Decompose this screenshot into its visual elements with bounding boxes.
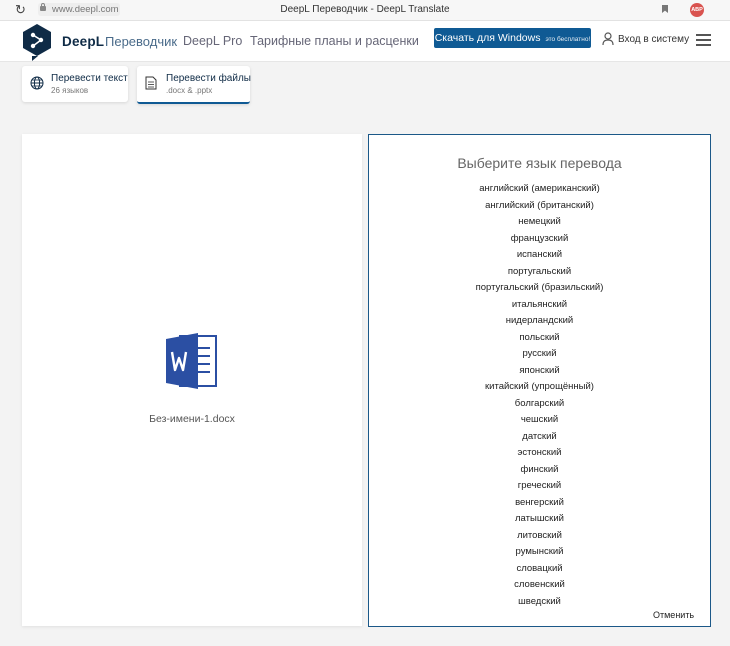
- source-document-panel: Без-имени-1.docx: [22, 134, 362, 626]
- language-option[interactable]: португальский: [369, 264, 710, 281]
- browser-tab-title: DeepL Переводчик - DeepL Translate: [280, 4, 450, 15]
- language-option[interactable]: французский: [369, 231, 710, 248]
- language-option[interactable]: словацкий: [369, 561, 710, 578]
- language-option[interactable]: шведский: [369, 594, 710, 611]
- language-option[interactable]: португальский (бразильский): [369, 280, 710, 297]
- language-option[interactable]: польский: [369, 330, 710, 347]
- download-button-free-label: это бесплатно!: [545, 36, 591, 43]
- language-option[interactable]: болгарский: [369, 396, 710, 413]
- download-windows-button[interactable]: Скачать для Windows это бесплатно!: [434, 28, 591, 48]
- language-option[interactable]: финский: [369, 462, 710, 479]
- tab-translate-text[interactable]: Перевести текст 26 языков: [22, 66, 128, 102]
- site-header: DeepL Переводчик DeepL Pro Тарифные план…: [0, 21, 730, 62]
- nav-translator[interactable]: Переводчик: [105, 34, 177, 49]
- user-icon[interactable]: [602, 32, 614, 46]
- target-language-panel: Выберите язык перевода английский (амери…: [368, 134, 711, 627]
- language-option[interactable]: латышский: [369, 511, 710, 528]
- download-button-label: Скачать для Windows: [434, 32, 541, 44]
- nav-pricing[interactable]: Тарифные планы и расценки: [250, 34, 419, 48]
- globe-icon: [30, 76, 44, 90]
- language-option[interactable]: литовский: [369, 528, 710, 545]
- language-option[interactable]: румынский: [369, 544, 710, 561]
- nav-deepl-pro[interactable]: DeepL Pro: [183, 34, 242, 48]
- language-option[interactable]: немецкий: [369, 214, 710, 231]
- language-option[interactable]: китайский (упрощённый): [369, 379, 710, 396]
- tab-translate-text-label: Перевести текст: [51, 73, 128, 84]
- tab-translate-files-label: Перевести файлы: [166, 73, 251, 84]
- language-list: английский (американский) английский (бри…: [369, 181, 710, 610]
- language-option[interactable]: английский (американский): [369, 181, 710, 198]
- language-option[interactable]: эстонский: [369, 445, 710, 462]
- browser-toolbar: ↻ www.deepl.com DeepL Переводчик - DeepL…: [0, 0, 730, 21]
- language-option[interactable]: греческий: [369, 478, 710, 495]
- login-link[interactable]: Вход в систему: [618, 34, 689, 45]
- language-option[interactable]: испанский: [369, 247, 710, 264]
- hamburger-menu-icon[interactable]: [696, 34, 711, 46]
- language-option[interactable]: чешский: [369, 412, 710, 429]
- language-option[interactable]: датский: [369, 429, 710, 446]
- language-option[interactable]: итальянский: [369, 297, 710, 314]
- deepl-logo-icon[interactable]: [22, 23, 52, 61]
- cancel-button[interactable]: Отменить: [653, 610, 694, 620]
- language-picker-title: Выберите язык перевода: [457, 155, 622, 171]
- language-option[interactable]: словенский: [369, 577, 710, 594]
- tab-translate-files-sub: .docx & .pptx: [166, 86, 213, 95]
- tab-translate-files[interactable]: Перевести файлы .docx & .pptx: [137, 66, 251, 104]
- language-option[interactable]: английский (британский): [369, 198, 710, 215]
- language-option[interactable]: русский: [369, 346, 710, 363]
- language-option[interactable]: японский: [369, 363, 710, 380]
- adblock-icon[interactable]: ABP: [690, 3, 704, 17]
- file-name: Без-имени-1.docx: [149, 413, 235, 425]
- language-option[interactable]: венгерский: [369, 495, 710, 512]
- language-option[interactable]: нидерландский: [369, 313, 710, 330]
- document-icon: [145, 76, 157, 90]
- brand-name[interactable]: DeepL: [62, 34, 104, 49]
- word-document-icon: [166, 333, 217, 389]
- tab-translate-text-sub: 26 языков: [51, 86, 89, 95]
